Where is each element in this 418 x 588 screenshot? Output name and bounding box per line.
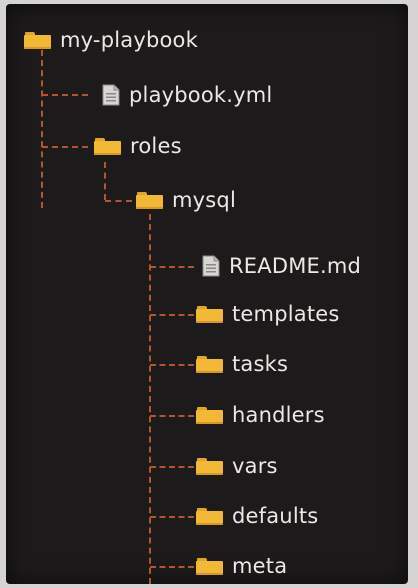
tree-node-vars[interactable]: vars — [196, 451, 278, 481]
tree-connector — [150, 266, 194, 268]
tree-node-label: meta — [232, 554, 288, 578]
tree-node-my-playbook[interactable]: my-playbook — [24, 25, 198, 55]
tree-connector — [150, 314, 194, 316]
tree-node-label: my-playbook — [60, 28, 198, 52]
tree-node-handlers[interactable]: handlers — [196, 400, 325, 430]
tree-node-mysql[interactable]: mysql — [136, 185, 236, 215]
tree-node-defaults[interactable]: defaults — [196, 501, 318, 531]
tree-connector — [149, 214, 151, 584]
tree-node-label: playbook.yml — [129, 83, 273, 107]
tree-node-readme-md[interactable]: README.md — [202, 251, 361, 281]
tree-node-label: tasks — [232, 352, 289, 376]
tree-connector — [150, 415, 194, 417]
tree-connector — [150, 516, 194, 518]
tree-connector — [150, 466, 194, 468]
folder-icon — [24, 31, 51, 49]
tree-node-label: defaults — [232, 504, 319, 528]
tree-node-meta[interactable]: meta — [196, 551, 287, 581]
tree-connector — [105, 200, 132, 202]
tree-node-templates[interactable]: templates — [196, 299, 340, 329]
folder-icon — [196, 557, 223, 575]
tree-connector — [42, 94, 88, 96]
tree-connector — [150, 364, 194, 366]
tree-node-tasks[interactable]: tasks — [196, 349, 288, 379]
tree-connector — [42, 146, 88, 148]
file-icon — [202, 255, 220, 277]
tree-node-label: roles — [130, 134, 182, 158]
tree-node-label: README.md — [229, 254, 362, 278]
directory-tree: my-playbook playbook.yml roles mysql REA… — [6, 4, 408, 584]
tree-node-playbook-yml[interactable]: playbook.yml — [102, 80, 272, 110]
folder-icon — [196, 457, 223, 475]
tree-node-label: templates — [232, 302, 340, 326]
file-tree-panel: my-playbook playbook.yml roles mysql REA… — [6, 4, 408, 584]
tree-connector — [41, 50, 43, 208]
tree-node-label: mysql — [172, 188, 236, 212]
file-icon — [102, 84, 120, 106]
tree-node-label: handlers — [232, 403, 325, 427]
tree-connector — [150, 566, 194, 568]
folder-icon — [196, 355, 223, 373]
tree-connector — [104, 162, 106, 200]
folder-icon — [196, 305, 223, 323]
folder-icon — [94, 137, 121, 155]
folder-icon — [136, 191, 163, 209]
folder-icon — [196, 507, 223, 525]
folder-icon — [196, 406, 223, 424]
tree-node-roles[interactable]: roles — [94, 131, 182, 161]
tree-node-label: vars — [232, 454, 278, 478]
